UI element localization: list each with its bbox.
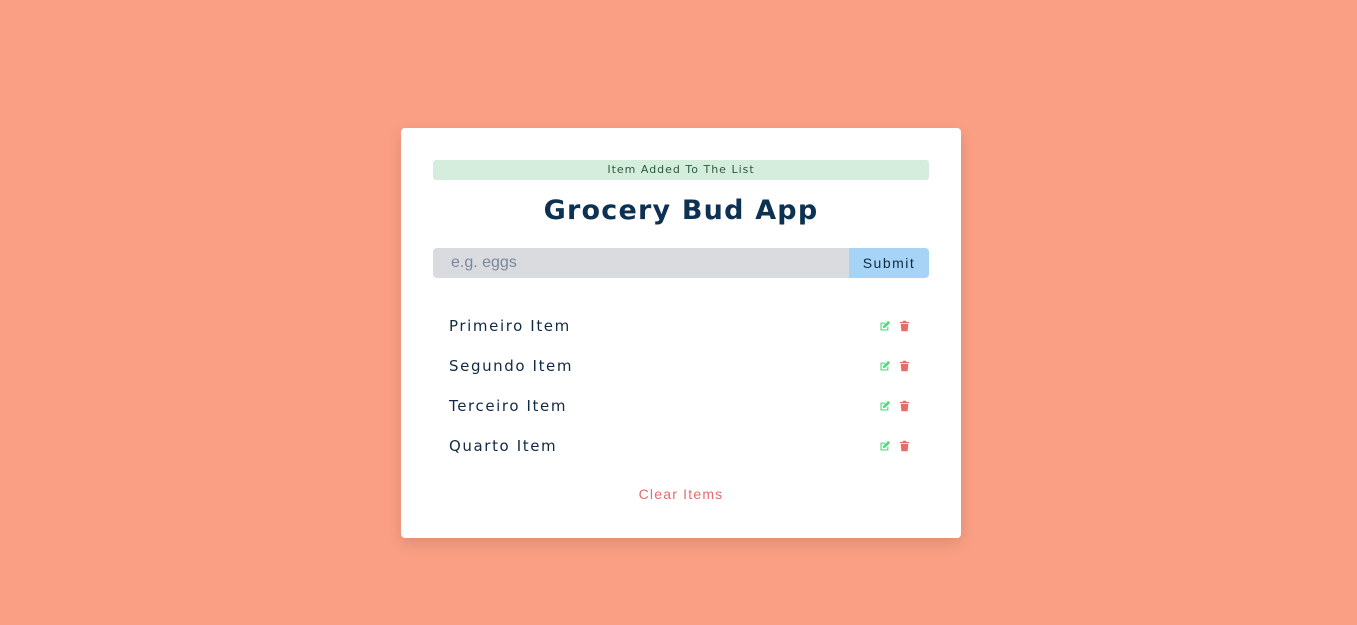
submit-button[interactable]: Submit — [849, 248, 929, 278]
grocery-card: Item Added To The List Grocery Bud App S… — [401, 128, 961, 538]
item-actions — [878, 400, 911, 413]
item-actions — [878, 360, 911, 373]
item-actions — [878, 440, 911, 453]
trash-icon[interactable] — [898, 400, 911, 413]
trash-icon[interactable] — [898, 320, 911, 333]
list-item: Quarto Item — [433, 426, 929, 466]
list-item: Segundo Item — [433, 346, 929, 386]
grocery-input[interactable] — [433, 248, 849, 278]
item-actions — [878, 320, 911, 333]
item-label: Quarto Item — [449, 437, 558, 455]
item-label: Segundo Item — [449, 357, 574, 375]
clear-section: Clear Items — [401, 484, 961, 504]
trash-icon[interactable] — [898, 360, 911, 373]
edit-icon[interactable] — [878, 400, 891, 413]
list-item: Terceiro Item — [433, 386, 929, 426]
alert-banner: Item Added To The List — [433, 160, 929, 180]
item-label: Primeiro Item — [449, 317, 571, 335]
trash-icon[interactable] — [898, 440, 911, 453]
edit-icon[interactable] — [878, 320, 891, 333]
clear-items-button[interactable]: Clear Items — [633, 484, 730, 504]
edit-icon[interactable] — [878, 360, 891, 373]
page-title: Grocery Bud App — [543, 195, 819, 226]
grocery-list: Primeiro Item Segundo Item Terceiro Item… — [433, 306, 929, 466]
edit-icon[interactable] — [878, 440, 891, 453]
item-label: Terceiro Item — [449, 397, 568, 415]
grocery-form: Submit — [433, 248, 929, 278]
list-item: Primeiro Item — [433, 306, 929, 346]
